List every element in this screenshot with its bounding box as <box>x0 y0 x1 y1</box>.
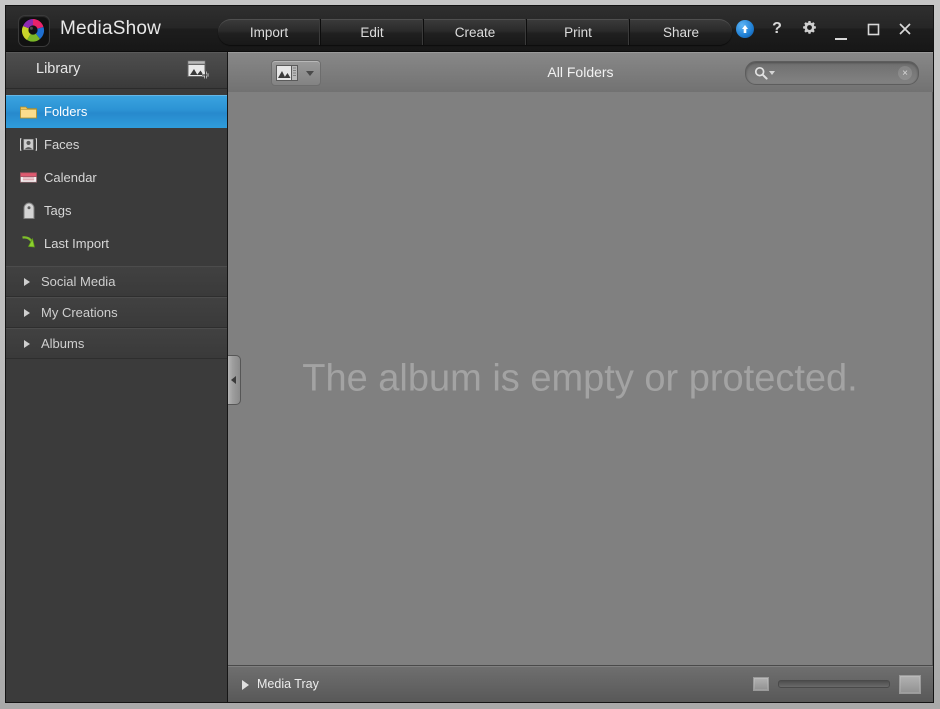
sidebar-item-last-import[interactable]: Last Import <box>6 227 227 260</box>
face-icon <box>20 136 37 153</box>
info-button[interactable] <box>729 14 761 44</box>
sidebar-group-label: Albums <box>41 336 85 351</box>
sidebar-item-label: Tags <box>44 203 72 218</box>
clear-search-icon[interactable]: × <box>898 66 912 80</box>
help-button[interactable]: ? <box>761 14 793 44</box>
content-area: All Folders × The album is empty or prot… <box>228 52 933 702</box>
window-inner: MediaShow Import Edit Create Print Share… <box>5 5 934 703</box>
folder-icon <box>20 103 37 120</box>
library-header: Library <box>6 52 227 89</box>
search-input[interactable] <box>780 62 892 86</box>
media-tray-bar: Media Tray <box>228 665 933 702</box>
content-toolbar: All Folders × <box>228 52 933 93</box>
main-nav-tabs: Import Edit Create Print Share <box>218 19 732 45</box>
thumbnail-view-icon <box>276 65 298 81</box>
sidebar-group-label: My Creations <box>41 305 118 320</box>
window-body: Library Folders Faces Calendar Tags Last… <box>6 52 933 702</box>
chevron-down-icon[interactable] <box>769 71 775 75</box>
photo-canvas: The album is empty or protected. <box>228 92 933 666</box>
search-box[interactable]: × <box>745 61 919 86</box>
media-tray-label[interactable]: Media Tray <box>257 677 319 691</box>
calendar-icon <box>20 169 37 186</box>
chevron-right-icon[interactable] <box>242 679 249 690</box>
tab-import[interactable]: Import <box>218 19 321 45</box>
search-icon <box>754 66 768 80</box>
zoom-slider-track[interactable] <box>778 680 890 688</box>
sidebar-group-my-creations[interactable]: My Creations <box>6 297 227 328</box>
add-photo-icon[interactable] <box>187 60 211 80</box>
tab-edit[interactable]: Edit <box>321 19 424 45</box>
settings-button[interactable] <box>793 14 825 44</box>
tab-share[interactable]: Share <box>630 19 732 45</box>
library-sidebar: Library Folders Faces Calendar Tags Last… <box>6 52 228 702</box>
info-icon <box>736 20 754 38</box>
chevron-right-icon <box>24 277 30 286</box>
sidebar-group-albums[interactable]: Albums <box>6 328 227 359</box>
small-thumbnail-icon[interactable] <box>753 677 769 691</box>
chevron-right-icon <box>24 339 30 348</box>
view-mode-button[interactable] <box>271 60 321 86</box>
tab-create[interactable]: Create <box>424 19 527 45</box>
chevron-down-icon <box>306 71 314 76</box>
sidebar-item-tags[interactable]: Tags <box>6 194 227 227</box>
triangle-left-icon <box>230 376 236 384</box>
maximize-button[interactable] <box>857 14 889 44</box>
sidebar-item-faces[interactable]: Faces <box>6 128 227 161</box>
empty-album-message: The album is empty or protected. <box>302 357 858 400</box>
sidebar-item-label: Folders <box>44 104 88 119</box>
sidebar-item-label: Calendar <box>44 170 97 185</box>
minimize-button[interactable] <box>825 11 857 48</box>
tab-print[interactable]: Print <box>527 19 630 45</box>
sidebar-item-label: Last Import <box>44 236 110 251</box>
aperture-logo-icon <box>18 15 50 47</box>
large-thumbnail-icon[interactable] <box>899 674 921 694</box>
sidebar-item-folders[interactable]: Folders <box>6 95 227 128</box>
sidebar-item-label: Faces <box>44 137 80 152</box>
title-bar-controls: ? <box>729 6 921 52</box>
library-title: Library <box>36 61 81 77</box>
sidebar-group-social-media[interactable]: Social Media <box>6 266 227 297</box>
gear-icon <box>802 20 817 39</box>
title-bar: MediaShow Import Edit Create Print Share… <box>6 6 933 52</box>
app-title: MediaShow <box>60 18 162 39</box>
tag-icon <box>20 202 37 219</box>
sidebar-item-calendar[interactable]: Calendar <box>6 161 227 194</box>
chevron-right-icon <box>24 308 30 317</box>
sidebar-group-label: Social Media <box>41 274 116 289</box>
thumbnail-zoom-slider <box>753 666 921 702</box>
collapse-left-icon[interactable] <box>228 355 241 405</box>
last-import-icon <box>20 235 37 252</box>
application-window: MediaShow Import Edit Create Print Share… <box>0 0 940 709</box>
close-button[interactable] <box>889 14 921 44</box>
